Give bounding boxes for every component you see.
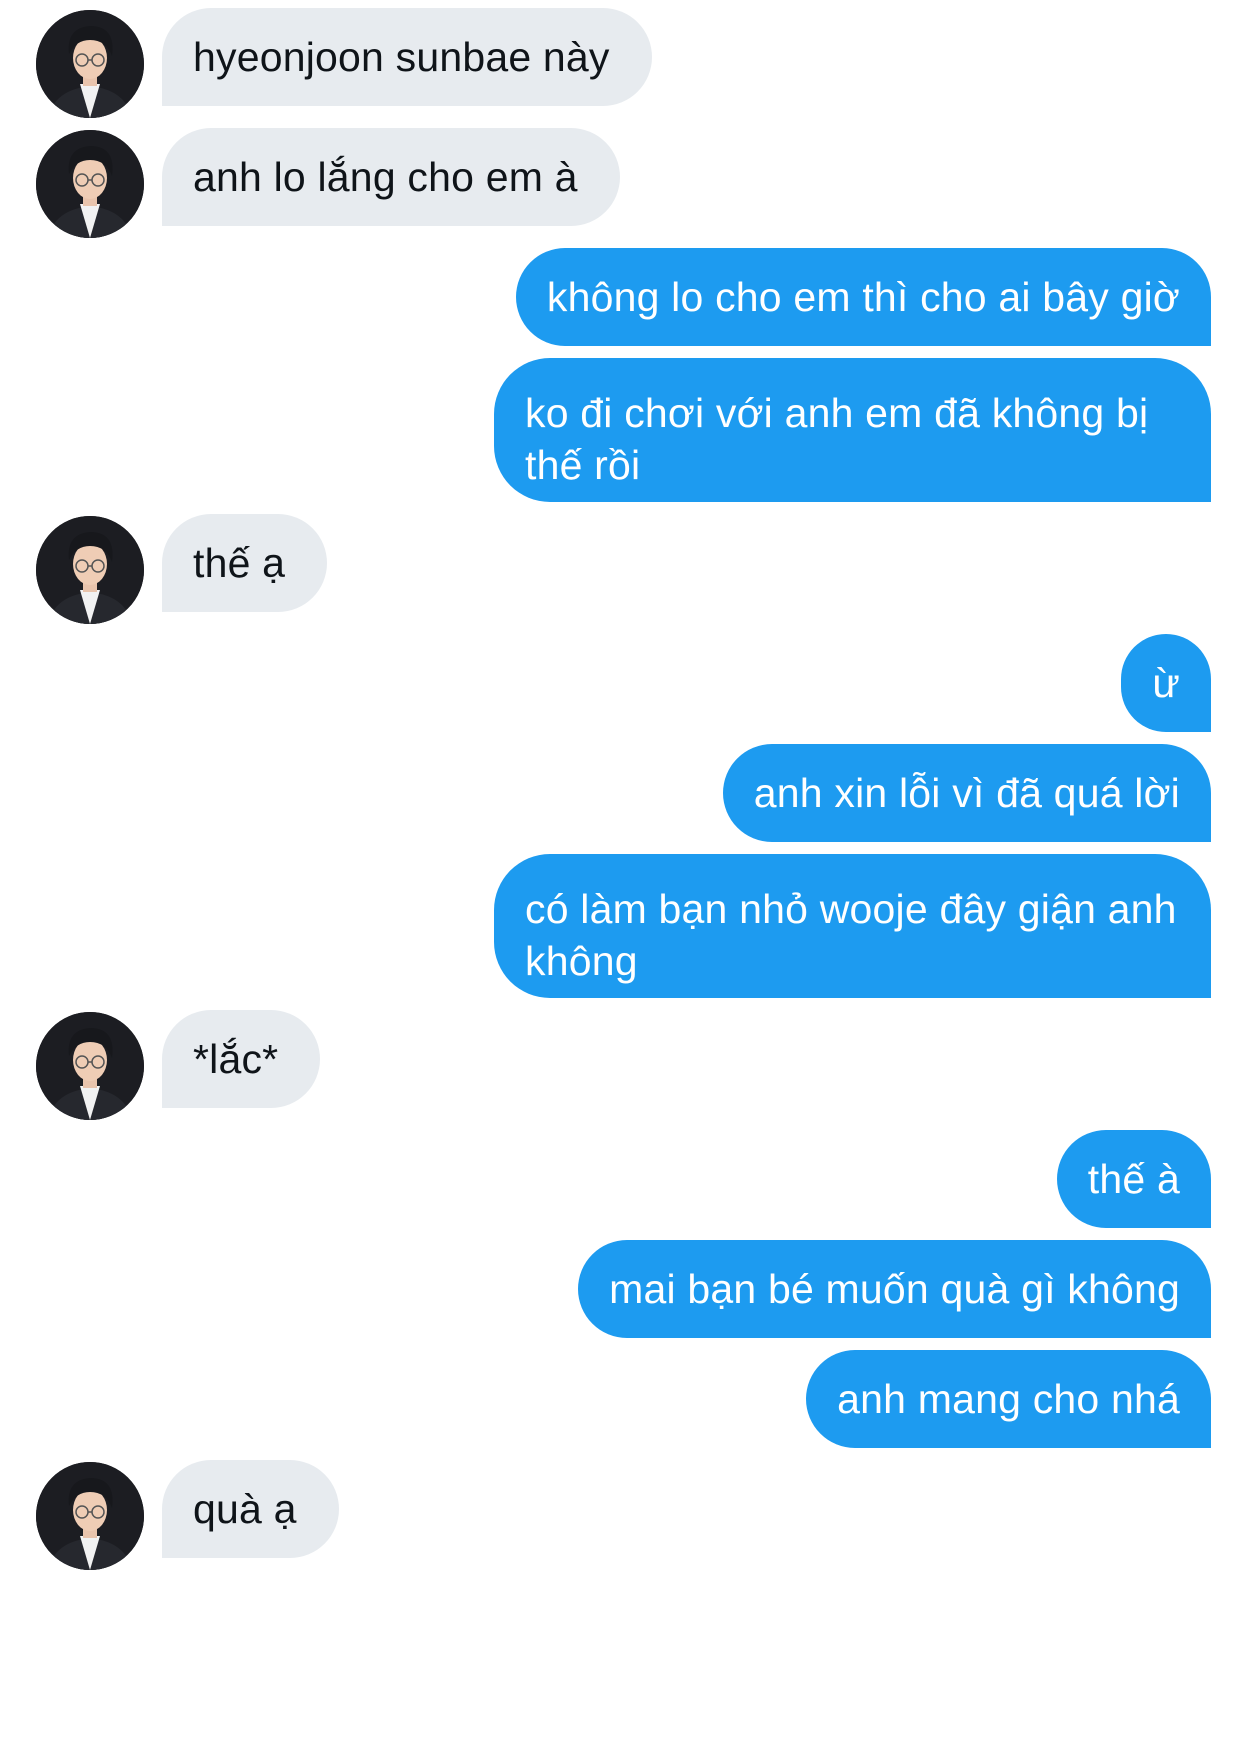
- message-bubble-outgoing[interactable]: anh xin lỗi vì đã quá lời: [722, 744, 1211, 842]
- avatar-photo-icon: [36, 1012, 144, 1120]
- contact-avatar[interactable]: [36, 516, 144, 624]
- message-text: anh lo lắng cho em à: [193, 154, 578, 200]
- message-bubble-outgoing[interactable]: ko đi chơi với anh em đã không bị thế rồ…: [494, 358, 1211, 502]
- message-bubble-incoming[interactable]: *lắc*: [162, 1010, 321, 1108]
- message-bubble-incoming[interactable]: anh lo lắng cho em à: [162, 128, 620, 226]
- message-row-incoming: thế ạ: [0, 514, 1242, 624]
- message-text: ko đi chơi với anh em đã không bị thế rồ…: [525, 390, 1149, 488]
- message-text: thế à: [1087, 1156, 1180, 1202]
- message-bubble-outgoing[interactable]: ừ: [1121, 634, 1211, 732]
- contact-avatar[interactable]: [36, 1012, 144, 1120]
- avatar-photo-icon: [36, 10, 144, 118]
- message-row-outgoing: mai bạn bé muốn quà gì không: [0, 1240, 1242, 1340]
- message-text: anh xin lỗi vì đã quá lời: [753, 770, 1180, 816]
- contact-avatar[interactable]: [36, 130, 144, 238]
- contact-avatar[interactable]: [36, 10, 144, 118]
- message-row-incoming: anh lo lắng cho em à: [0, 128, 1242, 238]
- message-row-incoming: quà ạ: [0, 1460, 1242, 1570]
- message-text: có làm bạn nhỏ wooje đây giận anh không: [525, 886, 1177, 984]
- message-text: mai bạn bé muốn quà gì không: [609, 1266, 1180, 1312]
- message-row-incoming: hyeonjoon sunbae này: [0, 8, 1242, 118]
- message-bubble-outgoing[interactable]: mai bạn bé muốn quà gì không: [578, 1240, 1211, 1338]
- avatar-photo-icon: [36, 130, 144, 238]
- message-text: quà ạ: [193, 1486, 297, 1532]
- contact-avatar[interactable]: [36, 1462, 144, 1570]
- message-bubble-outgoing[interactable]: không lo cho em thì cho ai bây giờ: [515, 248, 1211, 346]
- message-row-outgoing: ừ: [0, 634, 1242, 734]
- message-text: *lắc*: [193, 1036, 279, 1082]
- message-row-incoming: *lắc*: [0, 1010, 1242, 1120]
- message-row-outgoing: anh mang cho nhá: [0, 1350, 1242, 1450]
- message-text: không lo cho em thì cho ai bây giờ: [546, 274, 1180, 320]
- message-text: thế ạ: [193, 540, 286, 586]
- message-row-outgoing: ko đi chơi với anh em đã không bị thế rồ…: [0, 358, 1242, 504]
- message-bubble-outgoing[interactable]: có làm bạn nhỏ wooje đây giận anh không: [494, 854, 1211, 998]
- avatar-photo-icon: [36, 1462, 144, 1570]
- message-text: ừ: [1152, 660, 1180, 706]
- message-bubble-outgoing[interactable]: anh mang cho nhá: [806, 1350, 1211, 1448]
- message-text: anh mang cho nhá: [837, 1376, 1180, 1422]
- message-text: hyeonjoon sunbae này: [193, 34, 610, 80]
- message-row-outgoing: anh xin lỗi vì đã quá lời: [0, 744, 1242, 844]
- message-bubble-outgoing[interactable]: thế à: [1056, 1130, 1211, 1228]
- message-bubble-incoming[interactable]: thế ạ: [162, 514, 328, 612]
- avatar-photo-icon: [36, 516, 144, 624]
- message-bubble-incoming[interactable]: quà ạ: [162, 1460, 339, 1558]
- message-row-outgoing: không lo cho em thì cho ai bây giờ: [0, 248, 1242, 348]
- message-row-outgoing: thế à: [0, 1130, 1242, 1230]
- message-row-outgoing: có làm bạn nhỏ wooje đây giận anh không: [0, 854, 1242, 1000]
- message-bubble-incoming[interactable]: hyeonjoon sunbae này: [162, 8, 652, 106]
